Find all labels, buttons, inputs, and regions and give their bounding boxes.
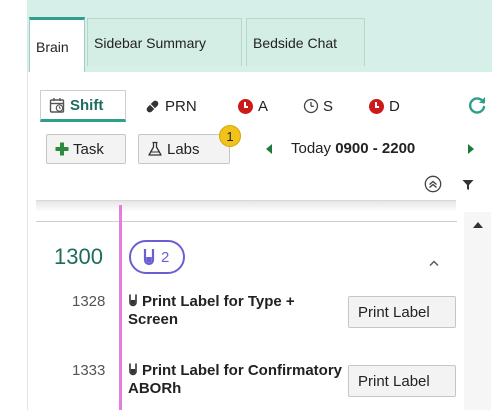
filter-a[interactable]: A xyxy=(238,90,268,122)
test-tube-icon xyxy=(128,363,138,376)
funnel-icon[interactable] xyxy=(462,178,474,190)
filter-a-label: A xyxy=(258,97,269,115)
print-label-button[interactable]: Print Label xyxy=(348,365,456,397)
previous-period-button[interactable] xyxy=(263,141,275,157)
collapse-group-button[interactable] xyxy=(429,254,439,266)
filter-prn[interactable]: PRN xyxy=(144,90,197,122)
filter-prn-label: PRN xyxy=(165,97,197,115)
pill-icon xyxy=(144,98,161,115)
scroll-up-arrow[interactable] xyxy=(473,222,483,228)
section-divider-shadow xyxy=(36,200,456,212)
triangle-right-icon xyxy=(468,144,474,154)
filter-s-label: S xyxy=(323,97,334,115)
date-range-label: Today 0900 - 2200 xyxy=(291,140,415,157)
task-time: 1328 xyxy=(72,293,106,310)
filter-d[interactable]: D xyxy=(369,90,400,122)
task-label: Print Label for Type + Screen xyxy=(128,293,348,329)
action-row: Task Labs 1 Today 0900 - 2200 xyxy=(46,125,486,166)
filter-shift[interactable]: Shift xyxy=(40,90,126,122)
tab-sidebar-summary[interactable]: Sidebar Summary xyxy=(87,18,242,66)
labs-button[interactable]: Labs xyxy=(138,134,230,164)
task-time: 1333 xyxy=(72,362,106,379)
print-label-button[interactable]: Print Label xyxy=(348,296,456,328)
brain-panel: Shift PRN A S D Task Labs 1 Today 0900 -… xyxy=(27,72,492,410)
task-label-text: Print Label for Type + Screen xyxy=(128,293,295,328)
collapse-all-button[interactable] xyxy=(424,175,442,193)
tab-strip: Brain Sidebar Summary Bedside Chat xyxy=(0,0,492,73)
next-period-button[interactable] xyxy=(465,141,477,157)
tab-brain[interactable]: Brain xyxy=(29,17,85,73)
double-chevron-up-icon xyxy=(424,175,442,193)
lab-group-toggle[interactable]: 2 xyxy=(129,240,185,274)
plus-icon xyxy=(55,142,69,156)
task-label: Print Label for Confirmatory ABORh xyxy=(128,362,348,398)
red-clock-icon xyxy=(369,98,384,114)
clock-icon xyxy=(303,98,319,114)
section-divider xyxy=(36,221,457,222)
labs-count-badge: 1 xyxy=(219,125,241,147)
red-clock-icon xyxy=(238,98,253,114)
today-label: Today xyxy=(291,140,332,157)
task-label-text: Print Label for Confirmatory ABORh xyxy=(128,362,343,397)
tab-bedside-chat[interactable]: Bedside Chat xyxy=(246,18,365,66)
filter-s[interactable]: S xyxy=(303,90,333,122)
filter-shift-label: Shift xyxy=(70,96,104,114)
flask-icon xyxy=(147,141,163,157)
timeline-bar xyxy=(119,205,122,410)
refresh-icon[interactable] xyxy=(465,93,489,117)
add-task-button[interactable]: Task xyxy=(46,134,126,164)
brain-app: Brain Sidebar Summary Bedside Chat Shift… xyxy=(0,0,492,410)
chevron-up-icon xyxy=(429,260,439,266)
labs-label: Labs xyxy=(167,140,200,158)
add-task-label: Task xyxy=(73,140,104,158)
calendar-clock-icon xyxy=(49,97,66,114)
test-tube-icon xyxy=(128,294,138,307)
tab-sidebar-summary-label: Sidebar Summary xyxy=(94,34,207,51)
filter-tabs: Shift PRN A S D xyxy=(40,90,486,122)
time-range-label: 0900 - 2200 xyxy=(335,140,416,157)
timeline-group-time: 1300 xyxy=(54,244,103,269)
triangle-left-icon xyxy=(266,144,272,154)
lab-group-count: 2 xyxy=(161,248,170,266)
tab-brain-label: Brain xyxy=(36,38,69,55)
test-tube-icon xyxy=(143,248,155,266)
scrollbar-track[interactable] xyxy=(464,212,491,410)
filter-d-label: D xyxy=(389,97,400,115)
tab-bedside-chat-label: Bedside Chat xyxy=(253,34,338,51)
